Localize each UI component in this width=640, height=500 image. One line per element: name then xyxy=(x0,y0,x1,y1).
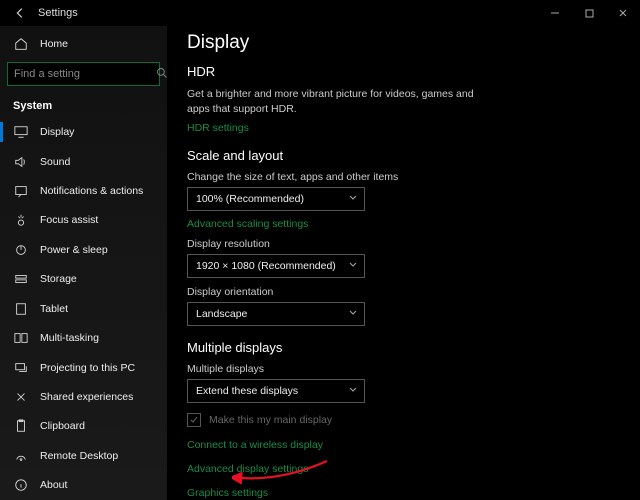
sidebar-item-label: Home xyxy=(40,38,68,50)
select-value: Landscape xyxy=(196,308,247,320)
clipboard-icon xyxy=(13,418,29,434)
sidebar-item-power[interactable]: Power & sleep xyxy=(0,235,167,264)
sound-icon xyxy=(13,154,29,170)
remote-icon xyxy=(13,448,29,464)
about-icon xyxy=(13,477,29,493)
main-panel: Display HDR Get a brighter and more vibr… xyxy=(167,26,640,500)
graphics-settings-link[interactable]: Graphics settings xyxy=(187,487,620,499)
multitasking-icon xyxy=(13,330,29,346)
sidebar-item-tablet[interactable]: Tablet xyxy=(0,294,167,323)
notifications-icon xyxy=(13,183,29,199)
focus-icon xyxy=(13,212,29,228)
sidebar: Home System Display Sound Notifications … xyxy=(0,26,167,500)
multiple-displays-heading: Multiple displays xyxy=(187,340,620,355)
sidebar-item-label: Notifications & actions xyxy=(40,185,143,197)
search-input[interactable] xyxy=(7,62,160,86)
sidebar-item-label: Sound xyxy=(40,156,70,168)
sidebar-item-label: Shared experiences xyxy=(40,391,133,403)
sidebar-item-label: About xyxy=(40,479,67,491)
power-icon xyxy=(13,242,29,258)
sidebar-group-label: System xyxy=(0,92,167,117)
sidebar-item-label: Focus assist xyxy=(40,214,98,226)
select-value: Extend these displays xyxy=(196,385,298,397)
search-field[interactable] xyxy=(14,68,156,80)
sidebar-item-shared[interactable]: Shared experiences xyxy=(0,382,167,411)
sidebar-item-label: Clipboard xyxy=(40,420,85,432)
sidebar-item-label: Multi-tasking xyxy=(40,332,99,344)
sidebar-item-projecting[interactable]: Projecting to this PC xyxy=(0,353,167,382)
sidebar-item-clipboard[interactable]: Clipboard xyxy=(0,412,167,441)
hdr-settings-link[interactable]: HDR settings xyxy=(187,122,249,134)
chevron-down-icon xyxy=(348,308,358,321)
checkbox-label: Make this my main display xyxy=(209,414,332,426)
multiple-displays-label: Multiple displays xyxy=(187,363,620,375)
sidebar-item-storage[interactable]: Storage xyxy=(0,265,167,294)
advanced-display-link[interactable]: Advanced display settings xyxy=(187,463,620,475)
chevron-down-icon xyxy=(348,193,358,206)
orientation-select[interactable]: Landscape xyxy=(187,302,365,326)
wireless-display-link[interactable]: Connect to a wireless display xyxy=(187,439,620,451)
select-value: 1920 × 1080 (Recommended) xyxy=(196,260,336,272)
multiple-displays-select[interactable]: Extend these displays xyxy=(187,379,365,403)
checkbox-icon xyxy=(187,413,201,427)
sidebar-item-label: Storage xyxy=(40,273,77,285)
shared-icon xyxy=(13,389,29,405)
sidebar-item-about[interactable]: About xyxy=(0,470,167,499)
resolution-select[interactable]: 1920 × 1080 (Recommended) xyxy=(187,254,365,278)
sidebar-item-label: Tablet xyxy=(40,303,68,315)
text-size-label: Change the size of text, apps and other … xyxy=(187,171,620,183)
advanced-scaling-link[interactable]: Advanced scaling settings xyxy=(187,218,308,230)
chevron-down-icon xyxy=(348,260,358,273)
projecting-icon xyxy=(13,360,29,376)
sidebar-item-display[interactable]: Display xyxy=(0,117,167,146)
select-value: 100% (Recommended) xyxy=(196,193,304,205)
sidebar-item-sound[interactable]: Sound xyxy=(0,147,167,176)
sidebar-item-focus-assist[interactable]: Focus assist xyxy=(0,206,167,235)
sidebar-item-label: Display xyxy=(40,126,74,138)
sidebar-item-label: Remote Desktop xyxy=(40,450,118,462)
resolution-label: Display resolution xyxy=(187,238,620,250)
page-title: Display xyxy=(187,32,620,54)
text-size-select[interactable]: 100% (Recommended) xyxy=(187,187,365,211)
sidebar-item-notifications[interactable]: Notifications & actions xyxy=(0,176,167,205)
sidebar-item-remote[interactable]: Remote Desktop xyxy=(0,441,167,470)
sidebar-item-label: Projecting to this PC xyxy=(40,362,135,374)
main-display-checkbox: Make this my main display xyxy=(187,413,620,427)
storage-icon xyxy=(13,271,29,287)
back-button[interactable] xyxy=(12,5,28,21)
home-icon xyxy=(13,36,29,52)
sidebar-item-label: Power & sleep xyxy=(40,244,108,256)
hdr-description: Get a brighter and more vibrant picture … xyxy=(187,87,477,116)
close-button[interactable] xyxy=(606,0,640,26)
maximize-button[interactable] xyxy=(572,0,606,26)
hdr-heading: HDR xyxy=(187,64,620,79)
sidebar-item-home[interactable]: Home xyxy=(0,29,167,58)
window-title: Settings xyxy=(38,7,78,19)
minimize-button[interactable] xyxy=(538,0,572,26)
chevron-down-icon xyxy=(348,385,358,398)
tablet-icon xyxy=(13,301,29,317)
display-icon xyxy=(13,124,29,140)
orientation-label: Display orientation xyxy=(187,286,620,298)
scale-heading: Scale and layout xyxy=(187,148,620,163)
sidebar-item-multitasking[interactable]: Multi-tasking xyxy=(0,323,167,352)
